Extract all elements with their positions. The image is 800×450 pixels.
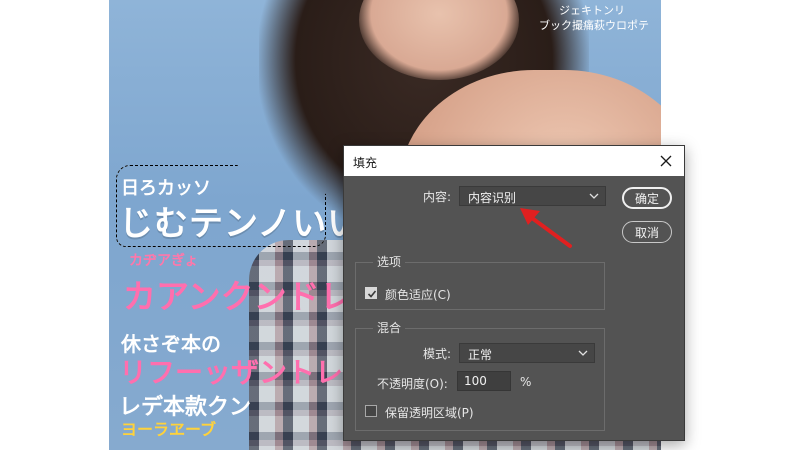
color-adapt-checkbox[interactable] [365,287,377,299]
dialog-title: 填充 [353,156,378,170]
close-button[interactable] [654,149,678,173]
dialog-titlebar[interactable]: 填充 [344,146,684,176]
cancel-button[interactable]: 取消 [622,221,672,243]
chevron-down-icon [578,350,588,356]
poster-text-3: カヂアぎょ [129,253,199,269]
mode-select[interactable]: 正常 [459,343,595,363]
opacity-input[interactable]: 100 [457,371,511,391]
close-icon [660,155,672,167]
poster-corner-text-2: ブック撮痛萩ウロポテ [539,19,649,32]
checkmark-icon [367,290,377,298]
options-group-title: 选项 [373,253,406,270]
poster-text-4: カアンクンドレ [123,277,353,316]
poster-text-6: リフーッザントレ [119,356,344,389]
color-adapt-label: 颜色适应(C) [385,288,451,302]
ok-button[interactable]: 确定 [622,187,672,209]
fill-dialog: 填充 内容: 内容识别 确定 取消 选项 颜色适应(C) 混合 模式: 正常 不… [343,145,685,441]
poster-corner-text-1: ジェキトンリ [559,4,625,17]
mode-select-value: 正常 [468,348,493,362]
content-select-value: 内容识别 [468,191,517,205]
preserve-transparency-label: 保留透明区域(P) [385,406,474,420]
content-label: 内容: [423,190,452,204]
blend-group-title: 混合 [373,319,406,336]
poster-text-8: ヨーラヱーブ [121,420,217,439]
chevron-down-icon [589,193,599,199]
opacity-unit: % [520,375,532,389]
content-select[interactable]: 内容识别 [459,186,606,206]
opacity-label: 不透明度(O): [377,377,448,391]
preserve-transparency-checkbox[interactable] [365,405,377,417]
mode-label: 模式: [423,347,452,361]
